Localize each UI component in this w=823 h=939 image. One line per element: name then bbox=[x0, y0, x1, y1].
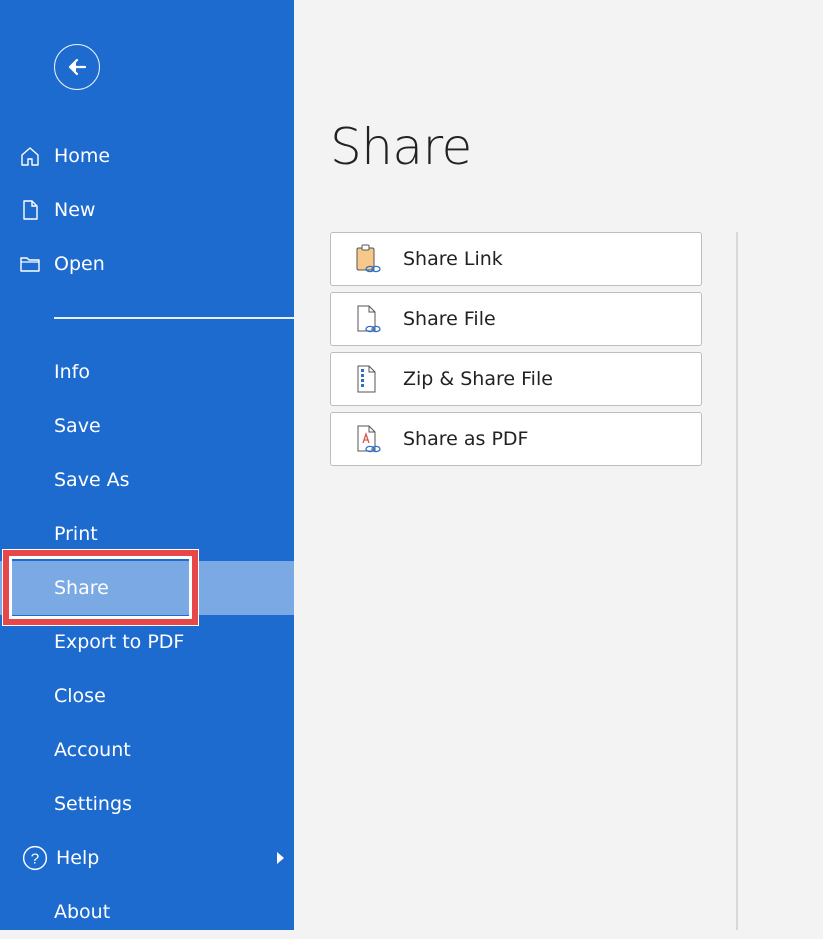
backstage-sidebar: Home New Open Info Save Save As Print Sh… bbox=[0, 0, 294, 930]
nav-item-close[interactable]: Close bbox=[0, 669, 294, 723]
option-label: Share File bbox=[403, 308, 496, 330]
nav-item-share[interactable]: Share bbox=[0, 561, 294, 615]
nav-label: Account bbox=[54, 739, 131, 761]
nav-label: About bbox=[54, 901, 111, 923]
nav-label: New bbox=[54, 199, 96, 221]
folder-icon bbox=[20, 257, 40, 272]
nav-label: Open bbox=[54, 253, 105, 275]
share-file-button[interactable]: Share File bbox=[330, 292, 702, 346]
main-panel: Share Share Link Share File Zip & Share … bbox=[294, 0, 823, 930]
nav-item-open[interactable]: Open bbox=[0, 237, 294, 291]
nav-label: Info bbox=[54, 361, 90, 383]
nav-item-save[interactable]: Save bbox=[0, 399, 294, 453]
home-icon bbox=[21, 147, 39, 166]
share-file-icon bbox=[357, 305, 381, 333]
sidebar-divider bbox=[54, 317, 294, 319]
nav-item-save-as[interactable]: Save As bbox=[0, 453, 294, 507]
option-label: Zip & Share File bbox=[403, 368, 553, 390]
zip-share-file-button[interactable]: Zip & Share File bbox=[330, 352, 702, 406]
nav-item-new[interactable]: New bbox=[0, 183, 294, 237]
nav-label: Settings bbox=[54, 793, 132, 815]
nav-label: Help bbox=[56, 847, 100, 869]
share-link-button[interactable]: Share Link bbox=[330, 232, 702, 286]
back-button[interactable] bbox=[54, 44, 100, 90]
nav-label: Export to PDF bbox=[54, 631, 185, 653]
option-label: Share as PDF bbox=[403, 428, 529, 450]
share-link-icon bbox=[356, 244, 381, 273]
nav-item-help[interactable]: ? Help bbox=[0, 831, 294, 885]
nav-item-about[interactable]: About bbox=[0, 885, 294, 939]
nav-item-export-pdf[interactable]: Export to PDF bbox=[0, 615, 294, 669]
new-document-icon bbox=[23, 200, 38, 220]
nav-item-info[interactable]: Info bbox=[0, 345, 294, 399]
page-title: Share bbox=[330, 118, 472, 176]
nav-label: Save As bbox=[54, 469, 130, 491]
submenu-arrow-icon bbox=[277, 852, 284, 864]
option-label: Share Link bbox=[403, 248, 503, 270]
svg-text:?: ? bbox=[31, 850, 39, 867]
share-as-pdf-button[interactable]: Share as PDF bbox=[330, 412, 702, 466]
nav-item-account[interactable]: Account bbox=[0, 723, 294, 777]
nav-label: Home bbox=[54, 145, 111, 167]
nav-item-home[interactable]: Home bbox=[0, 129, 294, 183]
nav-label: Save bbox=[54, 415, 101, 437]
back-arrow-icon bbox=[68, 58, 87, 76]
nav-label: Share bbox=[54, 577, 109, 599]
nav-item-settings[interactable]: Settings bbox=[0, 777, 294, 831]
share-pdf-icon bbox=[357, 425, 381, 453]
nav-item-print[interactable]: Print bbox=[0, 507, 294, 561]
nav-label: Close bbox=[54, 685, 106, 707]
panel-divider bbox=[736, 232, 738, 930]
nav-label: Print bbox=[54, 523, 98, 545]
zip-share-icon bbox=[357, 365, 376, 393]
help-icon: ? bbox=[22, 845, 48, 871]
